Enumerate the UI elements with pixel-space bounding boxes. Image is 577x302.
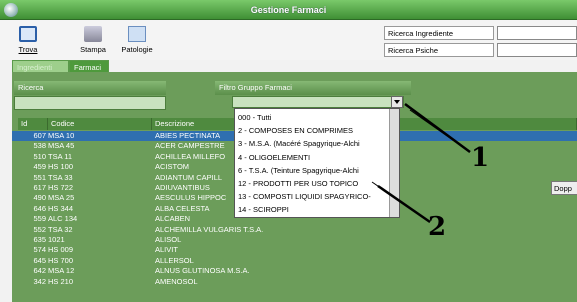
annotation-1: 1 xyxy=(471,143,490,173)
app-window: Gestione Farmaci Trova Stampa Patologie … xyxy=(0,0,577,302)
annotation-arrows xyxy=(371,102,471,224)
side-button[interactable]: Dopp xyxy=(551,181,577,195)
annotation-2: 2 xyxy=(428,212,447,242)
